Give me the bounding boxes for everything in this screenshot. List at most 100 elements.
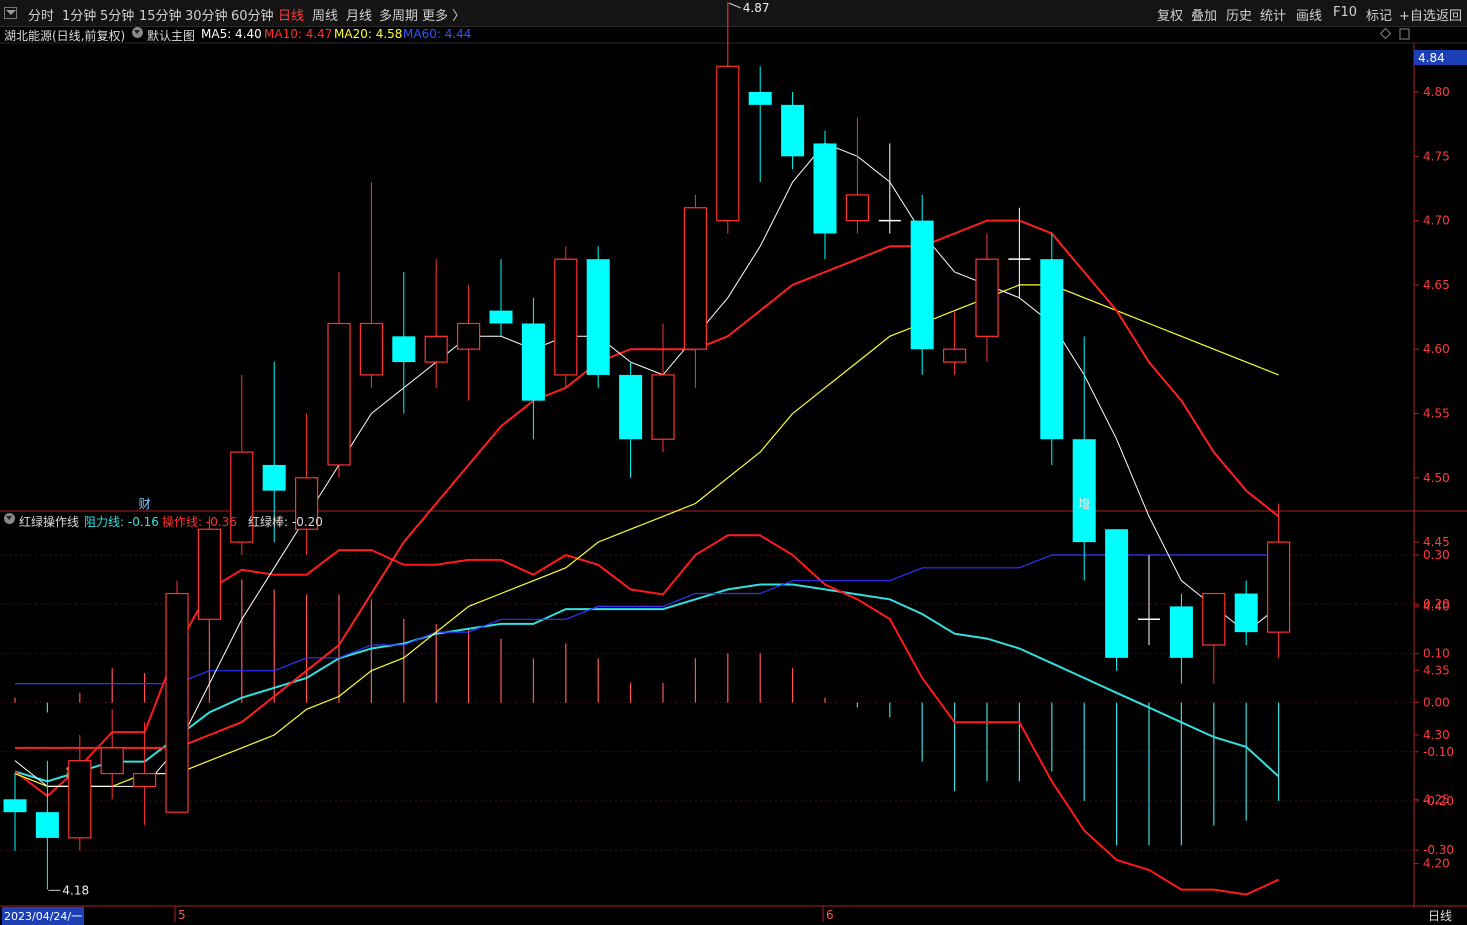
candle-up <box>651 323 675 453</box>
y-tick-label: 0.30 <box>1423 548 1450 562</box>
candle-body <box>489 310 513 324</box>
date-start-label: 2023/04/24/一 <box>2 907 85 925</box>
candle-body <box>845 194 870 222</box>
candle-up <box>1202 592 1226 684</box>
y-tick-label: 4.45 <box>1423 535 1450 549</box>
candle-down <box>3 773 27 851</box>
candle-body <box>554 258 578 376</box>
stock-title: 湖北能源(日线,前复权) <box>4 29 126 43</box>
candle-down <box>586 246 610 388</box>
candle-body <box>457 322 481 350</box>
candle-body <box>748 92 772 105</box>
y-tick-label: -0.30 <box>1423 843 1454 857</box>
indicator-dropdown-icon[interactable] <box>4 513 15 524</box>
resist-line-value: 阻力线: -0.16 <box>84 515 159 529</box>
candle-body <box>651 374 675 440</box>
candle-body <box>35 812 59 838</box>
template-dropdown-icon[interactable] <box>132 27 143 38</box>
candle-body <box>910 220 934 350</box>
candle-up <box>683 194 708 388</box>
template-label[interactable]: 默认主图 <box>147 27 195 44</box>
y-tick-label: 4.55 <box>1423 407 1450 421</box>
y-tick-label: -0.10 <box>1423 745 1454 759</box>
candle-up <box>165 580 189 813</box>
chart-control-icons[interactable] <box>1379 27 1410 40</box>
candle-body <box>521 323 545 401</box>
y-tick-label: 4.70 <box>1423 214 1450 228</box>
candle-body <box>133 772 157 788</box>
candle-body <box>197 528 221 620</box>
candle-down <box>619 362 643 478</box>
candles <box>3 1 1291 890</box>
y-tick-label: 4.50 <box>1423 471 1450 485</box>
candle-up <box>554 246 578 388</box>
candle-up <box>100 709 124 800</box>
candle-down <box>910 194 934 375</box>
window-icon[interactable] <box>1399 28 1410 40</box>
candle-up <box>327 272 351 478</box>
candle-body <box>813 143 837 234</box>
candle-body <box>975 258 999 337</box>
candle-up <box>942 310 967 375</box>
candle-down <box>748 66 772 183</box>
ma5-value: MA5: 4.40 <box>201 27 262 41</box>
candle-body <box>1202 592 1226 646</box>
candle-up <box>295 413 319 555</box>
candle-up <box>68 735 92 851</box>
candle-body <box>1040 259 1064 440</box>
current-price-tag: 4.84 <box>1414 50 1467 65</box>
y-tick-label: 4.80 <box>1423 85 1450 99</box>
candle-down <box>489 259 513 337</box>
candle-down <box>521 297 545 440</box>
candle-body <box>424 335 448 363</box>
candle-up <box>457 284 481 401</box>
red-green-bar-value: 红绿棒: -0.20 <box>248 515 323 529</box>
candle-down <box>781 92 805 170</box>
y-tick-label: 4.30 <box>1423 728 1450 742</box>
candle-body <box>619 374 643 440</box>
month-label: 5 <box>178 908 186 922</box>
candle-body <box>392 336 416 363</box>
event-marker: 增 <box>1078 497 1090 511</box>
candle-down <box>1234 580 1258 645</box>
high-label: 4.87 <box>743 1 770 15</box>
ma20-value: MA20: 4.58 <box>334 27 403 41</box>
y-tick-label: -0.20 <box>1423 794 1454 808</box>
candle-down <box>1169 593 1193 684</box>
period-label: 日线 <box>1428 909 1453 923</box>
candle-body <box>100 747 124 775</box>
candle-body <box>165 592 189 813</box>
y-tick-label: 4.35 <box>1423 664 1450 678</box>
candle-body <box>1169 606 1193 658</box>
candle-body <box>716 65 740 222</box>
low-label: 4.18 <box>62 883 89 897</box>
candle-up <box>845 117 870 234</box>
candle-body <box>1234 593 1258 633</box>
y-tick-label: 4.60 <box>1423 342 1450 356</box>
indicator-name[interactable]: 红绿操作线 <box>19 513 79 530</box>
candle-down <box>392 272 416 414</box>
kline-chart[interactable]: 4.804.754.704.654.604.554.504.454.404.35… <box>0 0 1467 925</box>
candle-body <box>359 322 383 376</box>
candle-down <box>1138 554 1160 645</box>
y-tick-label: 0.10 <box>1423 646 1450 660</box>
candle-down <box>878 143 901 234</box>
candle-body <box>3 799 27 813</box>
candle-body <box>781 104 805 157</box>
ma60-value: MA60: 4.44 <box>403 27 472 41</box>
diamond-icon[interactable] <box>1379 27 1392 40</box>
candle-up <box>1266 503 1291 658</box>
operate-line-value: 操作线: -0.36 <box>162 515 237 529</box>
y-tick-label: 0.00 <box>1423 696 1450 710</box>
y-tick-label: 0.20 <box>1423 597 1450 611</box>
candle-body <box>68 760 92 839</box>
candle-up <box>359 182 383 388</box>
candle-body <box>262 464 286 491</box>
event-marker: 财 <box>139 497 151 511</box>
candle-body <box>683 207 708 350</box>
current-price-label: 4.84 <box>1418 51 1445 65</box>
candle-down <box>1040 233 1064 465</box>
candle-down <box>813 130 837 260</box>
x-axis: 56 <box>174 906 834 922</box>
candle-up <box>716 1 740 234</box>
